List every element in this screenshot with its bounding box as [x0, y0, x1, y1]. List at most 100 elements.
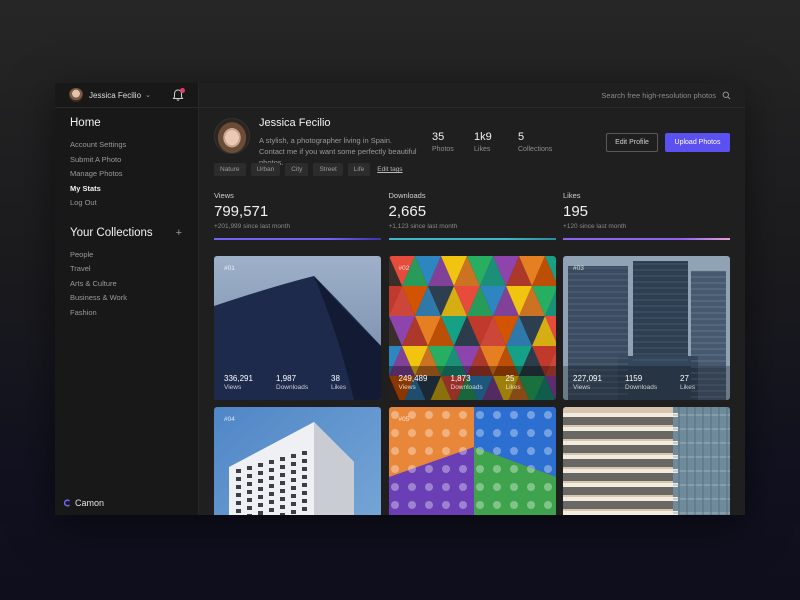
collection-item-fashion[interactable]: Fashion [70, 306, 198, 321]
metric-views: Views 799,571 +201,999 since last month [214, 191, 381, 241]
metric-downloads-bar [388, 238, 556, 240]
main-content: Search free high-resolution photos Jessi… [199, 83, 745, 515]
search-icon[interactable] [722, 91, 731, 100]
photo-image [214, 407, 381, 515]
add-collection-button[interactable]: + [176, 227, 182, 239]
sidebar-item-manage-photos[interactable]: Manage Photos [70, 167, 198, 182]
photo-stat-likes-label: Likes [680, 384, 696, 391]
user-name: Jessica Fecilio [89, 90, 142, 100]
photo-stats: 336,291 Views 1,987 Downloads 38 Likes [224, 374, 346, 391]
photo-stat-views: 336,291 Views [224, 374, 276, 391]
tag-urban[interactable]: Urban [250, 163, 281, 176]
edit-tags-link[interactable]: Edit tags [377, 166, 402, 173]
photo-stat-likes-label: Likes [505, 384, 521, 391]
metric-downloads: Downloads 2,665 +1,123 since last month [388, 191, 556, 241]
app-window: Jessica Fecilio ⌄ Home Account Settings S… [55, 83, 745, 515]
photo-card[interactable]: #03 227,091 Views 1159 Downloads 27 Likes [563, 256, 730, 400]
photo-card[interactable]: #02 249,489 Views 1,873 Downloads 25 Likes [388, 256, 556, 400]
photo-stat-downloads: 1,873 Downloads [451, 374, 506, 391]
stat-collections-value: 5 [518, 131, 525, 143]
metric-likes-bar [563, 238, 730, 240]
collection-item-business-work[interactable]: Business & Work [70, 291, 198, 306]
photo-stat-likes: 27 Likes [680, 374, 695, 391]
tag-street[interactable]: Street [313, 163, 343, 176]
sidebar-item-my-stats[interactable]: My Stats [70, 182, 198, 197]
photo-card[interactable]: #01 336,291 Views 1,987 Downloads 38 Likes [214, 256, 381, 400]
metric-downloads-bar-fill [388, 238, 556, 240]
photo-image [563, 407, 730, 515]
photo-card[interactable]: #04 [214, 407, 381, 515]
photo-number: #01 [224, 265, 235, 272]
profile-name: Jessica Fecilio [259, 117, 331, 129]
photo-number: #05 [398, 416, 410, 423]
top-bar: Search free high-resolution photos [199, 83, 745, 108]
stat-collections: 5 Collections [518, 131, 552, 153]
stat-likes: 1k9 Likes [474, 131, 518, 153]
chevron-down-icon: ⌄ [145, 92, 151, 99]
collections-title: Your Collections [70, 226, 153, 239]
photo-number: #04 [224, 416, 235, 423]
photo-stat-likes-value: 38 [331, 374, 340, 383]
collections-header: Your Collections + [55, 227, 198, 239]
collection-item-travel[interactable]: Travel [70, 262, 198, 277]
nav-home-title[interactable]: Home [55, 117, 198, 129]
metric-views-value: 799,571 [214, 203, 269, 220]
stat-collections-label: Collections [518, 146, 553, 153]
collection-item-arts-culture[interactable]: Arts & Culture [70, 277, 198, 292]
profile-avatar [214, 118, 250, 154]
photo-stat-likes: 38 Likes [331, 374, 346, 391]
photo-stats: 227,091 Views 1159 Downloads 27 Likes [573, 374, 695, 391]
photo-stat-views-label: Views [398, 384, 416, 391]
photo-stat-likes: 25 Likes [506, 374, 521, 391]
metric-views-label: Views [214, 191, 234, 200]
user-avatar [69, 88, 83, 102]
tag-city[interactable]: City [285, 163, 309, 176]
photo-grid: #01 336,291 Views 1,987 Downloads 38 Likes #02 2… [214, 256, 730, 515]
edit-profile-button[interactable]: Edit Profile [606, 133, 658, 152]
collection-item-people[interactable]: People [70, 248, 198, 263]
metric-views-change: +201,999 since last month [214, 223, 291, 230]
metric-downloads-value: 2,665 [388, 203, 427, 220]
brand-name: Camon [75, 498, 105, 508]
photo-stat-downloads: 1,987 Downloads [276, 374, 331, 391]
tag-life[interactable]: Life [347, 163, 371, 176]
photo-stat-downloads-value: 1,873 [450, 374, 471, 383]
tag-nature[interactable]: Nature [214, 163, 246, 176]
metric-likes: Likes 195 +120 since last month [563, 191, 730, 241]
search-input[interactable]: Search free high-resolution photos [601, 91, 716, 100]
stat-photos: 35 Photos [432, 131, 474, 153]
sidebar: Jessica Fecilio ⌄ Home Account Settings S… [55, 83, 199, 515]
photo-stat-downloads-value: 1159 [625, 374, 643, 383]
brand[interactable]: Camon [63, 498, 104, 508]
metric-downloads-label: Downloads [388, 191, 426, 200]
photo-card[interactable]: #05 [388, 407, 556, 515]
photo-stat-downloads-value: 1,987 [276, 374, 297, 383]
sidebar-item-log-out[interactable]: Log Out [70, 196, 198, 211]
metric-likes-label: Likes [563, 191, 581, 200]
sidebar-item-account-settings[interactable]: Account Settings [70, 138, 198, 153]
camon-logo-icon [63, 499, 70, 507]
stat-photos-value: 35 [432, 131, 445, 143]
metric-views-bar [214, 238, 381, 240]
stat-likes-value: 1k9 [474, 131, 492, 143]
profile-tags: Nature Urban City Street Life Edit tags [214, 163, 403, 176]
stat-photos-label: Photos [432, 146, 454, 153]
photo-number: #03 [573, 265, 584, 272]
photo-stat-views-value: 249,489 [398, 374, 428, 383]
photo-stat-downloads-label: Downloads [450, 384, 483, 391]
collections-list: People Travel Arts & Culture Business & Wor… [55, 248, 198, 321]
photo-stat-downloads-label: Downloads [625, 384, 658, 391]
photo-stat-downloads: 1159 Downloads [625, 374, 680, 391]
metric-likes-value: 195 [563, 203, 589, 220]
photo-card[interactable] [563, 407, 730, 515]
sidebar-item-submit-a-photo[interactable]: Submit A Photo [70, 153, 198, 168]
metrics-row: Views 799,571 +201,999 since last month Dow… [214, 191, 730, 241]
photo-stat-views: 249,489 Views [399, 374, 451, 391]
upload-photos-button[interactable]: Upload Photos [665, 133, 730, 152]
photo-stat-views-value: 336,291 [224, 374, 253, 383]
metric-likes-change: +120 since last month [563, 223, 627, 230]
notification-dot [180, 88, 185, 93]
photo-stat-likes-value: 25 [505, 374, 515, 383]
photo-stat-likes-label: Likes [331, 384, 347, 391]
photo-stat-views-label: Views [224, 384, 242, 391]
